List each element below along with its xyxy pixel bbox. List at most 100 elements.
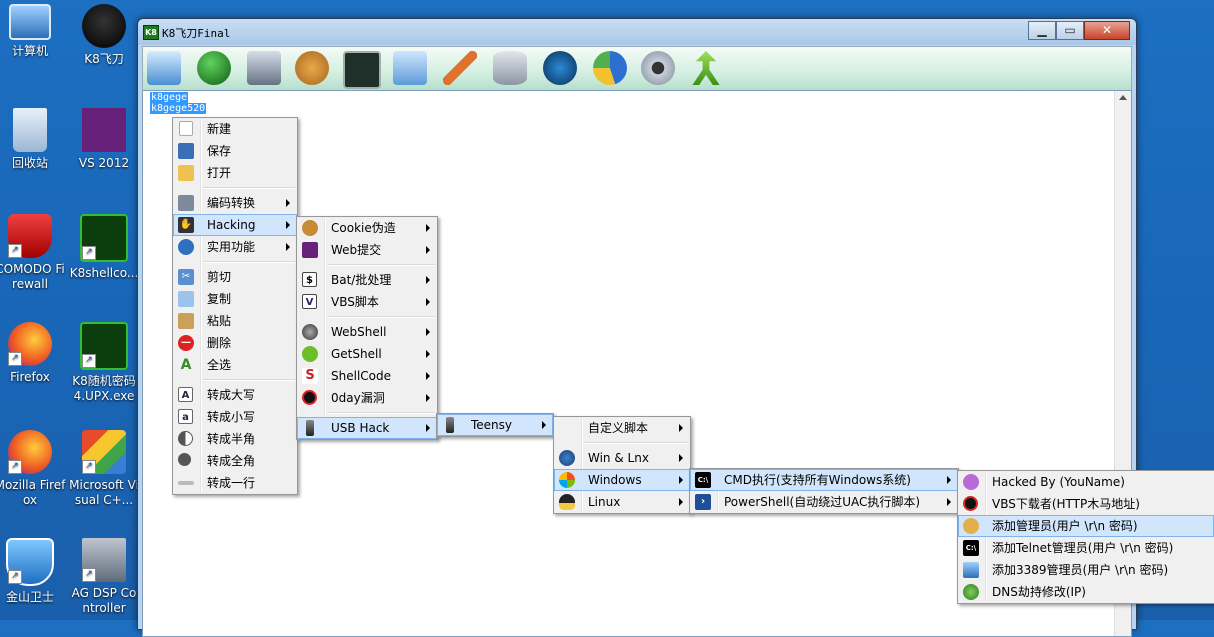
apple-icon [302, 346, 318, 362]
network-icon[interactable] [147, 51, 181, 85]
menu-separator [203, 261, 295, 263]
select-all-icon: A [180, 357, 192, 373]
menu-item-single-line[interactable]: 转成一行 [173, 472, 297, 494]
menu-item-lowercase[interactable]: a 转成小写 [173, 406, 297, 428]
webshell-icon [302, 324, 318, 340]
shortcut-arrow-icon: ↗ [8, 460, 22, 474]
menu-item-teensy[interactable]: Teensy [437, 414, 553, 436]
menu-item-vbs-downloader[interactable]: VBS下载者(HTTP木马地址) [958, 493, 1214, 515]
submenu-arrow-icon [426, 298, 430, 306]
recycle-bin-icon [13, 108, 47, 152]
syringe-icon[interactable] [443, 51, 477, 85]
menu-item-windows[interactable]: Windows [554, 469, 690, 491]
k8-icon: ↗ [80, 214, 128, 262]
paste-icon [178, 313, 194, 329]
dns-globe-icon [963, 584, 979, 600]
computer-icon [9, 4, 51, 40]
desktop-icon-firefox[interactable]: ↗ Firefox [0, 322, 66, 385]
line-icon [178, 481, 194, 485]
database-icon[interactable] [493, 51, 527, 85]
menu-item-powershell[interactable]: › PowerShell(自动绕过UAC执行脚本) [690, 491, 958, 513]
menu-item-cookie[interactable]: Cookie伪造 [297, 217, 437, 239]
title-bar[interactable]: K8 K8飞刀Final ▁ ▭ ✕ [138, 19, 1136, 45]
downloader-icon [963, 496, 978, 511]
menu-item-hacking[interactable]: ✋ Hacking [173, 214, 297, 236]
menu-item-cut[interactable]: ✂ 剪切 [173, 266, 297, 288]
desktop-icon-computer[interactable]: 计算机 [0, 4, 66, 59]
desktop-icon-msvc[interactable]: ↗ Microsoft Visual C+... [68, 430, 140, 508]
shortcut-arrow-icon: ↗ [82, 460, 96, 474]
submenu-arrow-icon [286, 221, 290, 229]
webcam-icon[interactable] [641, 51, 675, 85]
menu-item-win-lnx[interactable]: Win & Lnx [554, 447, 690, 469]
desktop-icon-recycle[interactable]: 回收站 [0, 108, 66, 171]
msvc-icon: ↗ [82, 430, 126, 474]
menu-item-encoding[interactable]: 编码转换 [173, 192, 297, 214]
menu-item-hacked-by[interactable]: Hacked By (YouName) [958, 471, 1214, 493]
shortcut-arrow-icon: ↗ [82, 246, 96, 260]
desktop-icon-k8[interactable]: K8飞刀 [68, 4, 140, 67]
scroll-up-icon[interactable] [1119, 95, 1127, 100]
submenu-arrow-icon [679, 424, 683, 432]
shortcut-arrow-icon: ↗ [8, 570, 22, 584]
menu-item-getshell[interactable]: GetShell [297, 343, 437, 365]
menu-item-half-width[interactable]: 转成半角 [173, 428, 297, 450]
terminal-icon[interactable] [343, 51, 381, 89]
menu-item-0day[interactable]: 0day漏洞 [297, 387, 437, 409]
desktop-icon-k8shellcode[interactable]: ↗ K8shellco... [68, 214, 140, 281]
menu-item-open[interactable]: 打开 [173, 162, 297, 184]
menu-item-vbs[interactable]: V VBS脚本 [297, 291, 437, 313]
save-icon [178, 143, 194, 159]
computer-icon[interactable] [247, 51, 281, 85]
minimize-button[interactable]: ▁ [1028, 21, 1056, 40]
menu-item-add-admin[interactable]: 添加管理员(用户 \r\n 密码) [958, 515, 1214, 537]
usb-hack-submenu: Teensy [436, 413, 554, 437]
submenu-arrow-icon [426, 224, 430, 232]
desktop-icon-k8password[interactable]: ↗ K8随机密码4.UPX.exe [68, 322, 140, 404]
cut-icon: ✂ [178, 269, 194, 285]
menu-item-custom-script[interactable]: 自定义脚本 [554, 417, 690, 439]
teensy-submenu: 自定义脚本 Win & Lnx Windows Linux [553, 416, 691, 514]
ag-dsp-icon: ↗ [82, 538, 126, 582]
menu-item-new[interactable]: 新建 [173, 118, 297, 140]
pie-chart-icon[interactable] [593, 51, 627, 85]
menu-item-uppercase[interactable]: A 转成大写 [173, 384, 297, 406]
submenu-arrow-icon [426, 276, 430, 284]
folder-icon[interactable] [393, 51, 427, 85]
menu-separator [327, 412, 435, 414]
menu-item-web-submit[interactable]: Web提交 [297, 239, 437, 261]
k8-ninja-icon [82, 4, 126, 48]
menu-item-cmd-exec[interactable]: C:\ CMD执行(支持所有Windows系统) [690, 469, 958, 491]
desktop-icon-jinshan[interactable]: ↗ 金山卫士 [0, 538, 66, 605]
menu-item-dns-hijack[interactable]: DNS劫持修改(IP) [958, 581, 1214, 603]
fork-arrow-icon[interactable] [692, 51, 720, 85]
menu-item-add-telnet-admin[interactable]: C:\ 添加Telnet管理员(用户 \r\n 密码) [958, 537, 1214, 559]
close-button[interactable]: ✕ [1084, 21, 1130, 40]
menu-item-add-3389-admin[interactable]: 添加3389管理员(用户 \r\n 密码) [958, 559, 1214, 581]
menu-item-select-all[interactable]: A 全选 [173, 354, 297, 376]
menu-item-usb-hack[interactable]: USB Hack [297, 417, 437, 439]
menu-item-bat[interactable]: $ Bat/批处理 [297, 269, 437, 291]
desktop-icon-vs[interactable]: VS 2012 [68, 108, 140, 171]
desktop-icon-ag-dsp[interactable]: ↗ AG DSP Controller [68, 538, 140, 616]
menu-item-delete[interactable]: — 删除 [173, 332, 297, 354]
menu-item-shellcode[interactable]: S ShellCode [297, 365, 437, 387]
menu-item-save[interactable]: 保存 [173, 140, 297, 162]
maximize-button[interactable]: ▭ [1056, 21, 1084, 40]
menu-item-paste[interactable]: 粘贴 [173, 310, 297, 332]
menu-item-full-width[interactable]: 转成全角 [173, 450, 297, 472]
pen-icon [963, 474, 979, 490]
menu-item-copy[interactable]: 复制 [173, 288, 297, 310]
menu-item-webshell[interactable]: WebShell [297, 321, 437, 343]
cookie-icon[interactable] [295, 51, 329, 85]
menu-item-utilities[interactable]: 实用功能 [173, 236, 297, 258]
menu-item-linux[interactable]: Linux [554, 491, 690, 513]
menu-separator [584, 442, 688, 444]
desktop-icon-comodo[interactable]: ↗ COMODO Firewall [0, 214, 66, 292]
menu-separator [203, 379, 295, 381]
submenu-arrow-icon [947, 498, 951, 506]
k8-icon: ↗ [80, 322, 128, 370]
desktop-icon-mozilla-firefox[interactable]: ↗ Mozilla Firefox [0, 430, 66, 508]
globe-icon[interactable] [543, 51, 577, 85]
green-ball-icon[interactable] [197, 51, 231, 85]
